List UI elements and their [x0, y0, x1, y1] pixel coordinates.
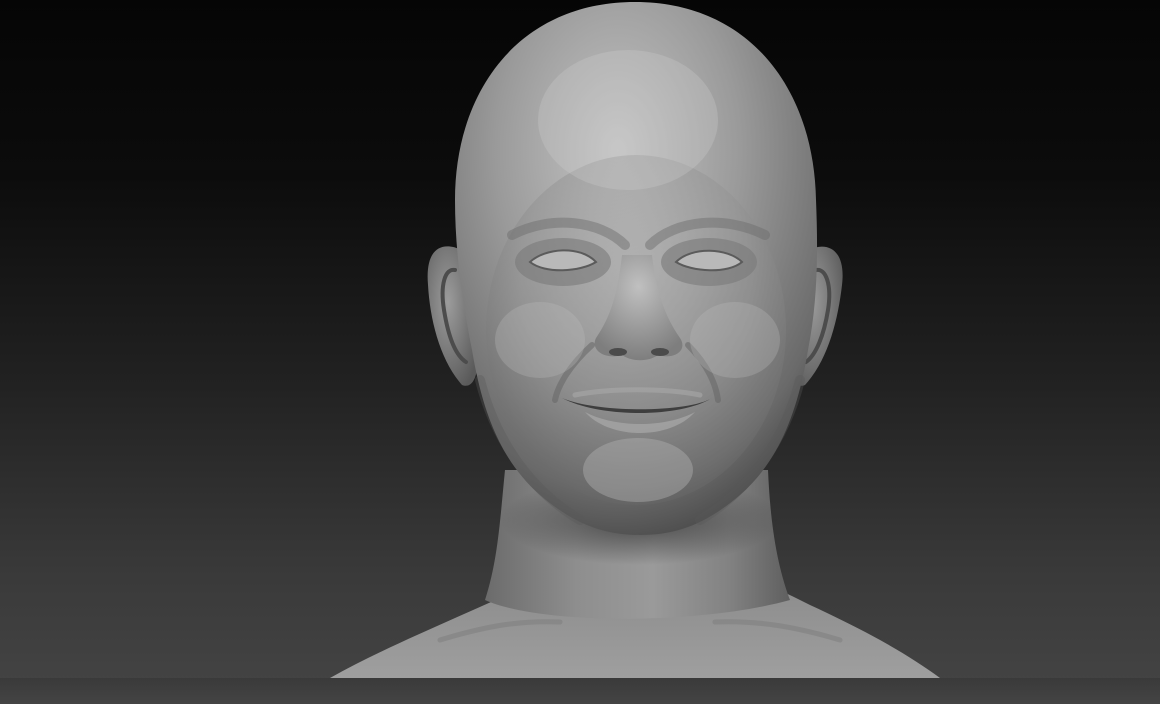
nostril-left — [609, 348, 627, 356]
left-cheek — [495, 302, 585, 378]
chin — [583, 438, 693, 502]
forehead-highlight — [538, 50, 718, 190]
right-cheek — [690, 302, 780, 378]
sculpt-canvas[interactable] — [0, 0, 1160, 704]
nostril-right — [651, 348, 669, 356]
3d-viewport[interactable] — [0, 0, 1160, 704]
